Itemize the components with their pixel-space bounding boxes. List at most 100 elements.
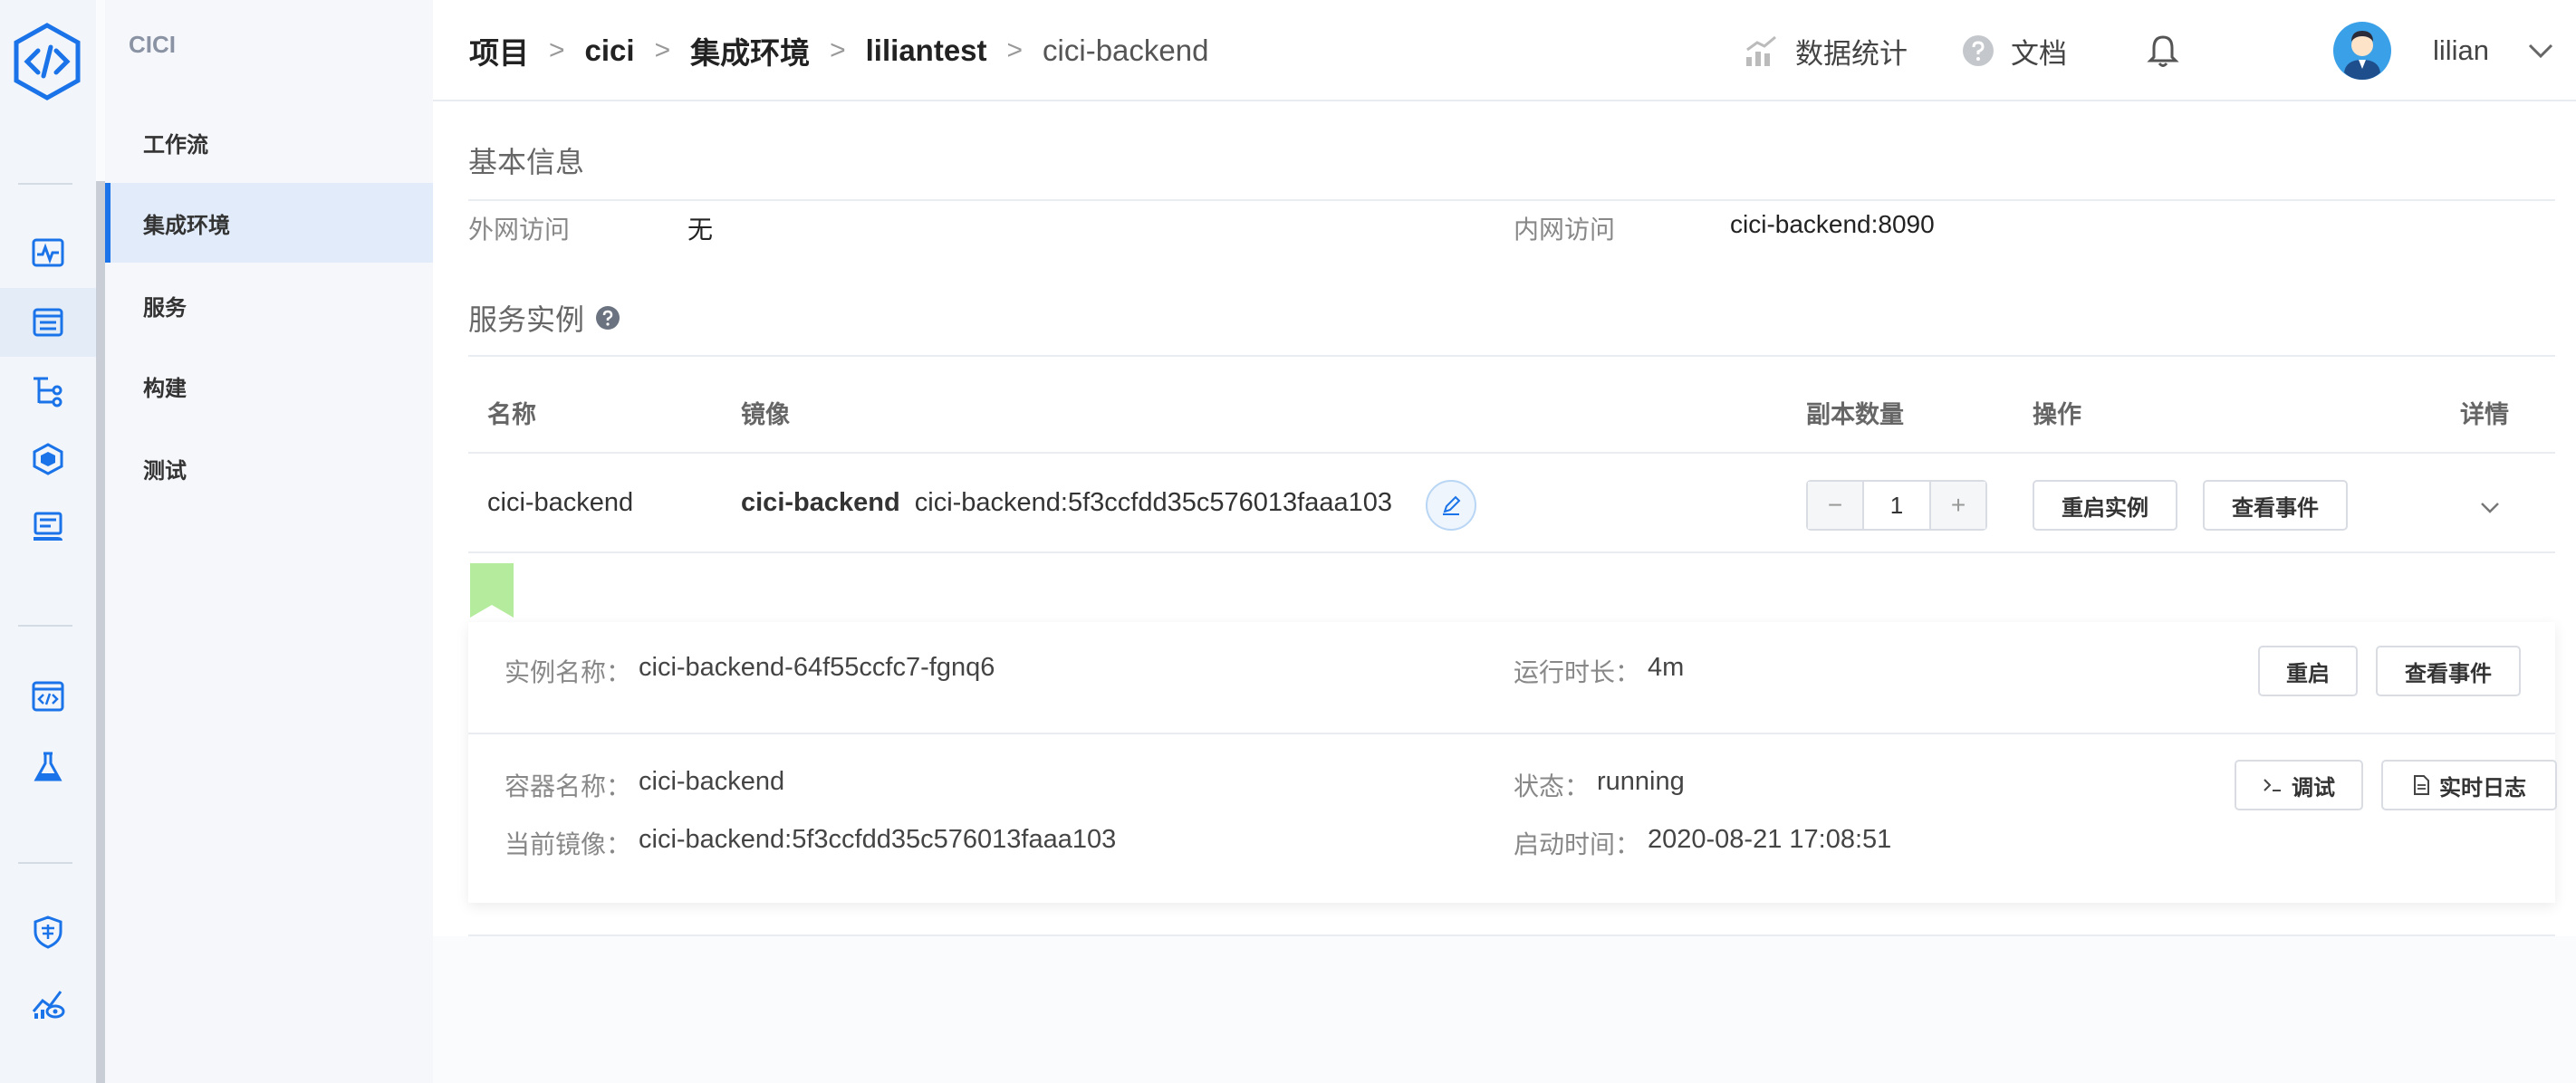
icon-rail — [0, 0, 96, 1083]
uptime-label: 运行时长： — [1514, 658, 1641, 686]
column-header-details: 详情 — [2460, 401, 2509, 428]
hand-card-icon[interactable] — [27, 507, 69, 549]
breadcrumb: 项目 > cici > 集成环境 > liliantest > cici-bac… — [469, 0, 1208, 101]
section-title-basic-info: 基本信息 — [468, 146, 585, 178]
start-time-value: 2020-08-21 17:08:51 — [1648, 825, 1892, 854]
view-events-button[interactable]: 查看事件 — [2203, 480, 2348, 531]
tree-icon[interactable] — [27, 369, 69, 411]
stats-label: 数据统计 — [1795, 37, 1908, 70]
external-access-value: 无 — [687, 216, 714, 244]
breadcrumb-separator: > — [654, 35, 671, 65]
nav-item-integration-env[interactable]: 集成环境 — [105, 183, 433, 263]
flask-icon[interactable] — [27, 746, 69, 788]
breadcrumb-projects[interactable]: 项目 — [469, 29, 529, 72]
chevron-down-icon — [2481, 503, 2499, 513]
chart-eye-icon[interactable] — [27, 982, 69, 1023]
help-circle-icon — [1963, 35, 1994, 66]
status-value: running — [1597, 767, 1685, 796]
debug-button[interactable]: 调试 — [2235, 760, 2363, 810]
notifications-button[interactable] — [2147, 0, 2196, 101]
nav-item-build[interactable]: 构建 — [105, 346, 433, 426]
rail-divider — [18, 862, 72, 864]
rail-divider — [18, 183, 72, 185]
service-instances-heading: 服务实例 — [468, 297, 620, 339]
breadcrumb-integration-env[interactable]: 集成环境 — [690, 29, 810, 72]
page-footer-area — [433, 936, 2576, 1083]
table-divider — [468, 551, 2555, 553]
instance-detail-card: 实例名称： cici-backend-64f55ccfc7-fgnq6 运行时长… — [468, 622, 2557, 903]
restart-button[interactable]: 重启 — [2258, 646, 2358, 696]
nav-item-test[interactable]: 测试 — [105, 428, 433, 508]
section-divider — [468, 199, 2555, 201]
sub-navigation: CICI 工作流 集成环境 服务 构建 测试 — [105, 0, 433, 1083]
nav-item-workflow[interactable]: 工作流 — [105, 102, 433, 182]
table-divider — [468, 452, 2555, 454]
instance-name-value: cici-backend-64f55ccfc7-fgnq6 — [639, 653, 995, 682]
column-header-actions: 操作 — [2033, 401, 2081, 428]
section-divider — [468, 355, 2555, 357]
stats-link[interactable]: 数据统计 — [1745, 0, 1908, 101]
user-menu[interactable]: lilian — [2333, 0, 2489, 101]
live-logs-label: 实时日志 — [2439, 775, 2526, 800]
logo-icon[interactable] — [11, 22, 83, 101]
expand-row-toggle[interactable] — [2475, 493, 2505, 523]
docs-link[interactable]: 文档 — [1962, 0, 2067, 101]
breadcrumb-env[interactable]: liliantest — [866, 34, 987, 68]
main-content: 基本信息 外网访问 无 内网访问 cici-backend:8090 服务实例 … — [433, 101, 2576, 1083]
document-icon — [2414, 775, 2429, 795]
replicas-input[interactable]: 1 — [1862, 482, 1931, 529]
column-header-replicas: 副本数量 — [1806, 401, 1904, 428]
start-time-label: 启动时间： — [1514, 830, 1641, 858]
column-header-name: 名称 — [487, 401, 536, 428]
internal-access-label: 内网访问 — [1514, 216, 1616, 244]
help-circle-icon[interactable] — [595, 305, 620, 331]
internal-access-value: cici-backend:8090 — [1730, 210, 1935, 238]
uptime-value: 4m — [1648, 653, 1685, 682]
avatar — [2333, 22, 2391, 80]
live-logs-button[interactable]: 实时日志 — [2381, 760, 2557, 810]
code-window-icon[interactable] — [27, 676, 69, 717]
nav-item-services[interactable]: 服务 — [105, 265, 433, 345]
image-tag: cici-backend:5f3ccfdd35c576013faaa103 — [914, 488, 1392, 517]
breadcrumb-separator: > — [830, 35, 846, 65]
breadcrumb-separator: > — [549, 35, 565, 65]
instance-name-label: 实例名称： — [505, 658, 632, 686]
breadcrumb-separator: > — [1006, 35, 1024, 65]
terminal-icon — [2264, 779, 2281, 791]
decrease-replicas-button[interactable]: − — [1808, 482, 1862, 529]
top-header: 项目 > cici > 集成环境 > liliantest > cici-bac… — [433, 0, 2576, 101]
service-name: cici-backend — [487, 488, 634, 517]
current-image-label: 当前镜像： — [505, 830, 632, 858]
debug-label: 调试 — [2292, 775, 2335, 800]
chevron-down-icon — [2528, 43, 2553, 59]
pencil-icon — [1443, 495, 1461, 515]
container-name-label: 容器名称： — [505, 772, 632, 800]
instance-bookmark-tag — [470, 563, 514, 618]
container-name-value: cici-backend — [639, 767, 785, 796]
project-title: CICI — [129, 31, 176, 58]
user-name: lilian — [2433, 34, 2490, 66]
increase-replicas-button[interactable]: + — [1931, 482, 1985, 529]
cube-icon[interactable] — [27, 438, 69, 480]
section-title-service-instances: 服务实例 — [468, 303, 585, 336]
card-divider — [468, 733, 2555, 734]
quality-shield-icon[interactable] — [27, 911, 69, 953]
column-header-image: 镜像 — [741, 401, 790, 428]
restart-instance-button[interactable]: 重启实例 — [2033, 480, 2177, 531]
monitor-pulse-icon[interactable] — [27, 232, 69, 273]
user-menu-toggle[interactable] — [2527, 0, 2571, 101]
status-label: 状态： — [1514, 772, 1591, 800]
replicas-stepper: − 1 + — [1806, 480, 1987, 531]
docs-label: 文档 — [2011, 37, 2067, 70]
instance-events-button[interactable]: 查看事件 — [2376, 646, 2521, 696]
current-image-value: cici-backend:5f3ccfdd35c576013faaa103 — [639, 825, 1117, 854]
rail-divider — [18, 625, 72, 627]
bell-icon — [2147, 35, 2179, 67]
external-access-label: 外网访问 — [468, 216, 571, 244]
image-name: cici-backend — [741, 488, 900, 517]
service-image: cici-backend cici-backend:5f3ccfdd35c576… — [741, 488, 1392, 518]
edit-image-button[interactable] — [1426, 480, 1476, 531]
breadcrumb-current: cici-backend — [1043, 34, 1209, 67]
breadcrumb-project[interactable]: cici — [585, 34, 635, 68]
list-icon[interactable] — [0, 288, 96, 357]
